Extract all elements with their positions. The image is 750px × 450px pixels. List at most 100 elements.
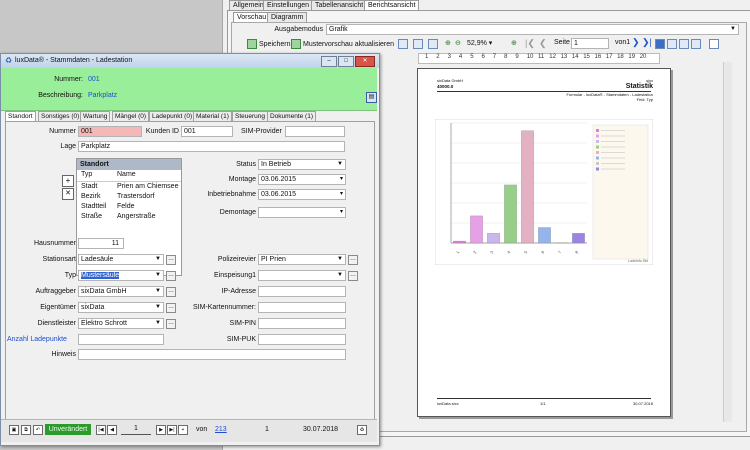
next-record-button[interactable]: ▶: [156, 425, 166, 435]
grid-cell[interactable]: Angerstraße: [117, 213, 156, 220]
prev-page-button[interactable]: ❮: [539, 38, 547, 49]
close-button[interactable]: ✕: [355, 56, 375, 67]
chart-bar: [504, 184, 517, 244]
page-input[interactable]: 1: [571, 38, 609, 49]
inbetriebnahme-label: Inbetriebnahme: [207, 191, 256, 198]
page-setup-button[interactable]: [398, 39, 410, 49]
record-header: Nummer: 001 Beschreibung: Parkplatz ▤: [1, 68, 377, 111]
total-records-link[interactable]: 213: [215, 426, 227, 433]
header-beschreibung-label: Beschreibung:: [38, 92, 83, 99]
ruler-number: 1: [425, 54, 429, 60]
single-page-view-button[interactable]: [655, 39, 667, 49]
maximize-button[interactable]: □: [338, 56, 354, 67]
auftraggeber-select[interactable]: sixData GmbH ▼: [78, 286, 164, 297]
nummer-field[interactable]: 001: [78, 126, 142, 137]
tab-berichtsansicht[interactable]: Berichtsansicht: [364, 0, 420, 10]
polizeirevier-select[interactable]: PI Prien ▼: [258, 254, 346, 265]
typ-select[interactable]: Mustersäule ▼: [78, 270, 164, 281]
status-select[interactable]: In Betrieb ▼: [258, 159, 346, 170]
export-button[interactable]: [428, 39, 440, 49]
chart-bar: [572, 233, 585, 244]
current-record-input[interactable]: 1: [121, 425, 151, 435]
multi-page-button[interactable]: [691, 39, 703, 49]
dienstleister-label: Dienstleister: [37, 320, 76, 327]
inbetriebnahme-date-field[interactable]: 03.06.2015 ▾: [258, 189, 346, 200]
sim-puk-field[interactable]: [258, 334, 346, 345]
chevron-down-icon: ▼: [337, 161, 343, 167]
fit-width-button[interactable]: [667, 39, 679, 49]
calendar-icon[interactable]: ▾: [340, 208, 343, 217]
edit-button[interactable]: [709, 39, 721, 49]
undo-icon[interactable]: ↶: [33, 425, 43, 435]
last-page-button[interactable]: ❯|: [642, 37, 652, 48]
einspeisung-select[interactable]: ▼: [258, 270, 346, 281]
kunden-id-field[interactable]: 001: [181, 126, 233, 137]
einspeisung-more-button[interactable]: …: [348, 271, 358, 281]
zoom-out-button[interactable]: ⊖: [455, 39, 461, 47]
sim-provider-field[interactable]: [285, 126, 345, 137]
polizeirevier-more-button[interactable]: …: [348, 255, 358, 265]
grid-cell[interactable]: Trastersdorf: [117, 193, 154, 200]
print-button[interactable]: [413, 39, 425, 49]
next-page-button[interactable]: ❯: [632, 37, 640, 48]
two-page-button[interactable]: [679, 39, 691, 49]
save-record-icon[interactable]: ▣: [9, 425, 19, 435]
lage-field[interactable]: Parkplatz: [78, 141, 345, 152]
footer-rule: [437, 398, 651, 399]
auftraggeber-more-button[interactable]: …: [166, 287, 176, 297]
last-record-button[interactable]: ▶|: [167, 425, 177, 435]
refresh-preview-button[interactable]: Mustervorschau aktualisieren: [291, 39, 394, 49]
sim-pin-field[interactable]: [258, 318, 346, 329]
grid-cell[interactable]: Straße: [81, 213, 102, 220]
typ-more-button[interactable]: …: [166, 271, 176, 281]
zoom-in-button[interactable]: ⊕: [445, 39, 451, 47]
chart-bar: [470, 215, 483, 244]
add-row-button[interactable]: +: [62, 175, 74, 187]
tab-diagramm[interactable]: Diagramm: [267, 12, 308, 22]
calendar-icon[interactable]: ▾: [340, 175, 343, 184]
tab-vorschau[interactable]: Vorschau: [233, 12, 271, 22]
ruler-number: 2: [436, 54, 440, 60]
grid-cell[interactable]: Bezirk: [81, 193, 100, 200]
calendar-icon[interactable]: ▾: [340, 190, 343, 199]
ruler-number: 4: [458, 54, 463, 60]
save-button[interactable]: Speichern: [247, 39, 291, 49]
first-record-button[interactable]: |◀: [96, 425, 106, 435]
anzahl-ladepunkte-link[interactable]: Anzahl Ladepunkte: [7, 336, 67, 343]
grid-cell[interactable]: Stadt: [81, 183, 97, 190]
eigentuemer-more-button[interactable]: …: [166, 303, 176, 313]
ausgabemodus-select[interactable]: Grafik ▼: [326, 24, 739, 35]
tab-tabellenansicht[interactable]: Tabellenansicht: [311, 0, 368, 10]
title-bar[interactable]: ♻ luxData® - Stammdaten - Ladestation – …: [1, 54, 379, 68]
eigentuemer-select[interactable]: sixData ▼: [78, 302, 164, 313]
delete-row-button[interactable]: ✕: [62, 188, 74, 200]
dienstleister-select[interactable]: Elektro Schrott ▼: [78, 318, 164, 329]
new-record-button[interactable]: +: [178, 425, 188, 435]
hinweis-field[interactable]: [78, 349, 346, 360]
grid-cell[interactable]: Felde: [117, 203, 135, 210]
montage-date-field[interactable]: 03.06.2015 ▾: [258, 174, 346, 185]
print-icon[interactable]: ▤: [366, 92, 377, 103]
sim-kartennummer-field[interactable]: [258, 302, 346, 313]
preview-scrollbar[interactable]: [723, 62, 732, 422]
chevron-down-icon: ▼: [155, 320, 161, 326]
minimize-button[interactable]: –: [321, 56, 337, 67]
grid-cell[interactable]: Stadtteil: [81, 203, 106, 210]
stationsart-more-button[interactable]: …: [166, 255, 176, 265]
recycle-icon[interactable]: ♻: [357, 425, 367, 435]
prev-record-button[interactable]: ◀: [107, 425, 117, 435]
tab-einstellungen[interactable]: Einstellungen: [263, 0, 314, 10]
stationsart-select[interactable]: Ladesäule ▼: [78, 254, 164, 265]
hausnummer-field[interactable]: 11: [78, 238, 124, 249]
copy-record-icon[interactable]: ⧉: [21, 425, 31, 435]
zoom-plus-button[interactable]: ⊕: [511, 39, 517, 47]
zoom-value[interactable]: 52,9% ▾: [467, 39, 492, 47]
grid-col-name: Name: [117, 171, 136, 178]
grid-cell[interactable]: Prien am Chiemsee: [117, 183, 178, 190]
anzahl-ladepunkte-field[interactable]: [78, 334, 164, 345]
dienstleister-more-button[interactable]: …: [166, 319, 176, 329]
ip-adresse-field[interactable]: [258, 286, 346, 297]
tab-allgemein[interactable]: Allgemein: [229, 0, 268, 10]
demontage-date-field[interactable]: ▾: [258, 207, 346, 218]
first-page-button[interactable]: |❮: [525, 38, 535, 49]
